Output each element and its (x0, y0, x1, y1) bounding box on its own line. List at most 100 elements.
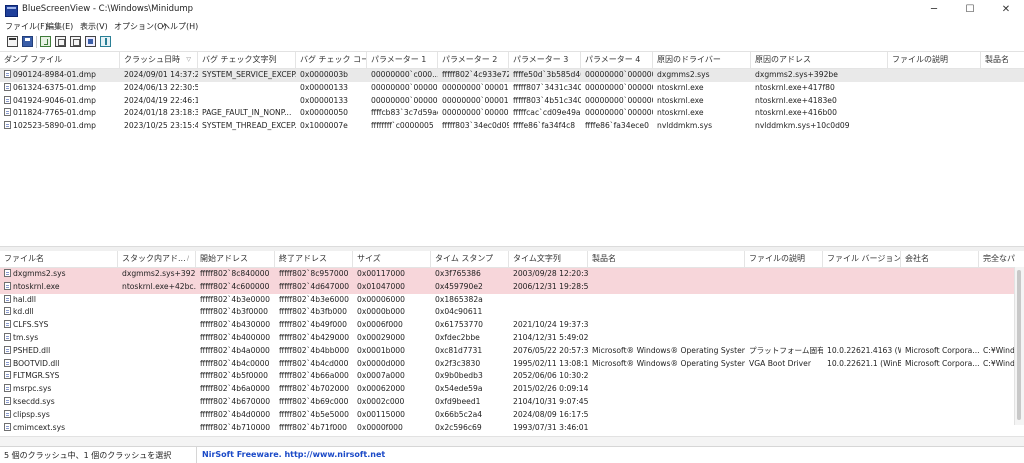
driver-row[interactable]: ntoskrnl.exe ntoskrnl.exe+42bc... fffff802… (0, 280, 1024, 294)
driver-row[interactable]: BOOTVID.dll fffff802`4b4c0000 fffff802`4b4… (0, 358, 1024, 371)
column-header-parameter-2[interactable]: パラメーター 2 (438, 52, 509, 68)
column-header-time-string[interactable]: タイム文字列 (509, 251, 588, 267)
maximize-button[interactable]: ☐ (952, 0, 988, 20)
driver-row[interactable]: PSHED.dll fffff802`4b4a0000 fffff802`4b4bb… (0, 345, 1024, 358)
menu-help[interactable]: ヘルプ(H) (162, 21, 198, 32)
crash-cell (198, 95, 296, 108)
column-header-parameter-3[interactable]: パラメーター 3 (509, 52, 581, 68)
html-report-icon[interactable] (85, 36, 96, 47)
column-header-full-path[interactable]: 完全なパ (979, 251, 1015, 267)
driver-cell (979, 294, 1015, 307)
crash-cell (981, 107, 1024, 120)
file-icon (4, 95, 11, 104)
column-header-product-name[interactable]: 製品名 (588, 251, 745, 267)
driver-row[interactable]: CLFS.SYS fffff802`4b430000 fffff802`4b49f0… (0, 319, 1024, 332)
column-header-parameter-1[interactable]: パラメーター 1 (367, 52, 438, 68)
driver-cell (745, 370, 823, 383)
crash-list-header: ダンプ ファイル クラッシュ日時 ▽ バグ チェック文字列 バグ チェック コー… (0, 52, 1024, 69)
exit-icon[interactable] (100, 36, 111, 47)
menu-view[interactable]: 表示(V) (80, 21, 108, 32)
driver-cell: fffff802`4b710000 (200, 422, 271, 432)
driver-row[interactable]: msrpc.sys fffff802`4b6a0000 fffff802`4b702… (0, 383, 1024, 396)
driver-row[interactable]: FLTMGR.SYS fffff802`4b5f0000 fffff802`4b66… (0, 370, 1024, 383)
column-header-file-description[interactable]: ファイルの説明 (888, 52, 981, 68)
column-header-product-name[interactable]: 製品名 (981, 52, 1024, 68)
crash-cell: nvlddmkm.sys+10c0d09 (755, 121, 850, 131)
driver-cell (588, 383, 745, 396)
crash-cell (888, 95, 981, 108)
driver-cell: 0x00006000 (357, 294, 405, 304)
save-icon[interactable] (22, 36, 33, 47)
column-header-address-in-stack[interactable]: スタック内アド... / (118, 251, 196, 267)
crash-cell: 00000000`c000... (371, 70, 438, 79)
driver-row[interactable]: dxgmms2.sys dxgmms2.sys+392... fffff802`8c… (0, 268, 1024, 281)
menu-file[interactable]: ファイル(F) (5, 21, 48, 32)
refresh-icon[interactable] (40, 36, 51, 47)
column-header-file-description[interactable]: ファイルの説明 (745, 251, 823, 267)
column-header-bugcheck-code[interactable]: バグ チェック コード (296, 52, 367, 68)
close-button[interactable]: ✕ (988, 0, 1024, 20)
crash-cell: SYSTEM_SERVICE_EXCEP... (202, 70, 296, 79)
row-label: 061324-6375-01.dmp (13, 82, 96, 92)
menu-edit[interactable]: 編集(E) (46, 21, 73, 32)
driver-cell: fffff802`4b69c000 (279, 397, 349, 406)
driver-cell: 0x0001b000 (357, 345, 405, 355)
scrollbar-thumb[interactable] (1017, 270, 1021, 420)
driver-cell (588, 370, 745, 383)
column-header-bugcheck-string[interactable]: バグ チェック文字列 (198, 52, 296, 68)
options-icon[interactable] (70, 36, 81, 47)
menu-options[interactable]: オプション(O) (114, 21, 167, 32)
driver-cell (745, 294, 823, 307)
column-header-size[interactable]: サイズ (353, 251, 431, 267)
crash-cell: 011824-7765-01.dmp (0, 107, 120, 120)
driver-cell (979, 370, 1015, 383)
driver-cell (901, 409, 979, 422)
column-header-company[interactable]: 会社名 (901, 251, 979, 267)
driver-cell (901, 281, 979, 294)
column-header-filename[interactable]: ファイル名 (0, 251, 118, 267)
nirsoft-link[interactable]: NirSoft Freeware. http://www.nirsoft.net (202, 450, 385, 459)
driver-cell: fffff802`8c840000 (200, 269, 270, 278)
column-header-parameter-4[interactable]: パラメーター 4 (581, 52, 653, 68)
driver-cell: fffff802`4d647000 (279, 281, 350, 291)
driver-cell: Microsoft® Windows® Operating System (592, 345, 745, 355)
driver-cell: dxgmms2.sys+392... (122, 269, 196, 278)
column-header-start-address[interactable]: 開始アドレス (196, 251, 275, 267)
crash-row[interactable]: 102523-5890-01.dmp 2023/10/25 23:15:43 SYS… (0, 120, 1024, 133)
column-header-dump-file[interactable]: ダンプ ファイル (0, 52, 120, 68)
crash-row[interactable]: 061324-6375-01.dmp 2024/06/13 22:30:55 0x0… (0, 82, 1024, 95)
crash-cell: 2024/06/13 22:30:55 (124, 82, 198, 92)
driver-row[interactable]: tm.sys fffff802`4b400000 fffff802`4b429000… (0, 332, 1024, 345)
driver-cell: 2076/05/22 20:57:37 (513, 345, 588, 355)
row-label: ksecdd.sys (13, 397, 55, 406)
driver-row[interactable]: ksecdd.sys fffff802`4b670000 fffff802`4b69… (0, 396, 1024, 409)
copy-icon[interactable] (55, 36, 66, 47)
column-header-file-version[interactable]: ファイル バージョン (823, 251, 901, 267)
driver-cell (588, 409, 745, 422)
driver-cell: 0xc81d7731 (435, 345, 483, 355)
driver-cell: fffff802`4c600000 (200, 281, 270, 291)
driver-cell: Microsoft Corpora... (905, 345, 979, 355)
column-header-caused-by-driver[interactable]: 原因のドライバー (653, 52, 751, 68)
column-header-caused-by-address[interactable]: 原因のアドレス (751, 52, 888, 68)
crash-row[interactable]: 011824-7765-01.dmp 2024/01/18 23:18:34 PAG… (0, 107, 1024, 120)
driver-row[interactable]: clipsp.sys fffff802`4b4d0000 fffff802`4b5e… (0, 409, 1024, 422)
column-header-time-stamp[interactable]: タイム スタンプ (431, 251, 509, 267)
column-header-end-address[interactable]: 終了アドレス (275, 251, 353, 267)
row-label: 102523-5890-01.dmp (13, 121, 96, 131)
vertical-scrollbar[interactable] (1014, 267, 1024, 425)
driver-row[interactable]: hal.dll fffff802`4b3e0000 fffff802`4b3e600… (0, 294, 1024, 307)
driver-cell (901, 422, 979, 435)
status-divider (196, 447, 197, 463)
crash-row[interactable]: 090124-8984-01.dmp 2024/09/01 14:37:24 SYS… (0, 69, 1024, 82)
driver-cell: 0x3f765386 (435, 269, 481, 278)
minimize-button[interactable]: ─ (916, 0, 952, 20)
horizontal-scrollbar[interactable] (0, 436, 1024, 446)
driver-row[interactable]: kd.dll fffff802`4b3f0000 fffff802`4b3fb000… (0, 306, 1024, 319)
crash-row[interactable]: 041924-9046-01.dmp 2024/04/19 22:46:17 0x0… (0, 95, 1024, 108)
driver-row[interactable]: cmimcext.sys fffff802`4b710000 fffff802`4b… (0, 422, 1024, 435)
properties-icon[interactable] (7, 36, 18, 47)
column-header-crash-time[interactable]: クラッシュ日時 ▽ (120, 52, 198, 68)
file-icon (4, 320, 11, 329)
driver-cell (823, 383, 901, 396)
